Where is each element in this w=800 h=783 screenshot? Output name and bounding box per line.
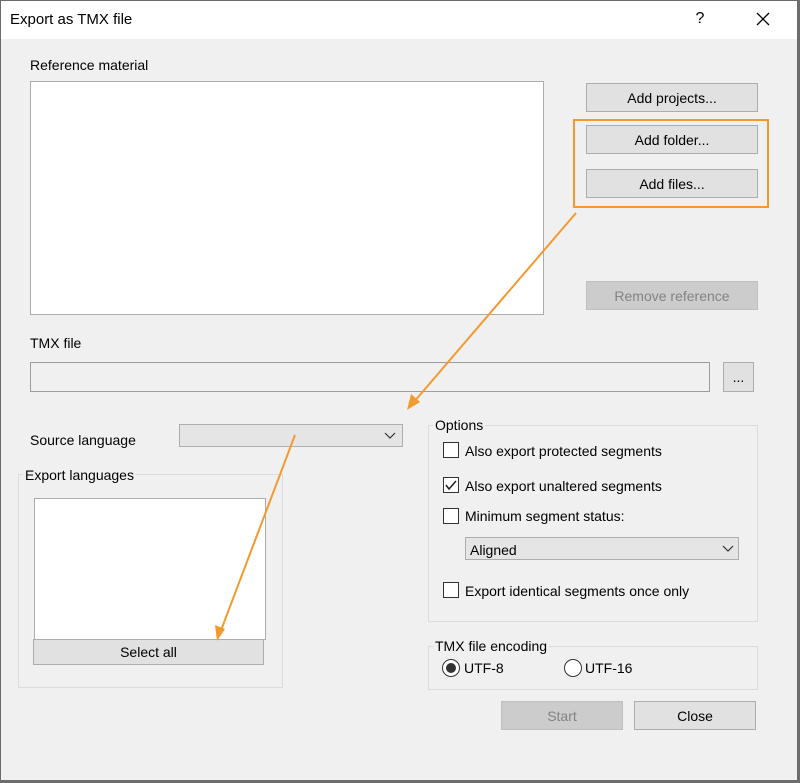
chevron-down-icon (722, 545, 734, 552)
annotation-highlight-box (573, 119, 769, 208)
unaltered-segments-label: Also export unaltered segments (465, 478, 662, 494)
tmx-file-label: TMX file (30, 335, 82, 351)
tmx-file-input[interactable] (30, 362, 710, 392)
identical-segments-label: Export identical segments once only (465, 583, 690, 599)
export-languages-label: Export languages (23, 467, 136, 483)
minimum-status-select[interactable]: Aligned (465, 537, 739, 560)
checkmark-icon (445, 480, 457, 491)
browse-button[interactable]: ... (723, 362, 754, 392)
utf16-radio[interactable] (564, 659, 582, 677)
protected-segments-checkbox[interactable] (443, 442, 459, 458)
close-icon[interactable] (752, 7, 774, 31)
utf8-radio[interactable] (442, 659, 460, 677)
source-language-select[interactable] (179, 424, 403, 447)
reference-material-label: Reference material (30, 57, 149, 73)
start-button[interactable]: Start (501, 701, 623, 730)
utf8-label: UTF-8 (464, 660, 504, 676)
chevron-down-icon (384, 432, 396, 439)
title-bar: Export as TMX file ? (1, 1, 797, 39)
protected-segments-label: Also export protected segments (465, 443, 662, 459)
encoding-label: TMX file encoding (433, 638, 550, 654)
add-projects-button[interactable]: Add projects... (586, 83, 758, 112)
remove-reference-button[interactable]: Remove reference (586, 281, 758, 310)
source-language-label: Source language (30, 432, 136, 448)
export-tmx-dialog: Export as TMX file ? Reference material … (0, 0, 798, 781)
reference-material-list[interactable] (30, 81, 544, 315)
identical-segments-checkbox[interactable] (443, 582, 459, 598)
minimum-status-checkbox[interactable] (443, 508, 459, 524)
select-all-button[interactable]: Select all (33, 639, 264, 665)
help-icon[interactable]: ? (693, 10, 707, 28)
close-button[interactable]: Close (634, 701, 756, 730)
export-languages-list[interactable] (34, 498, 266, 640)
options-label: Options (433, 417, 486, 433)
minimum-status-label: Minimum segment status: (465, 508, 625, 524)
utf16-label: UTF-16 (585, 660, 633, 676)
window-title: Export as TMX file (10, 11, 133, 28)
unaltered-segments-checkbox[interactable] (443, 477, 459, 493)
